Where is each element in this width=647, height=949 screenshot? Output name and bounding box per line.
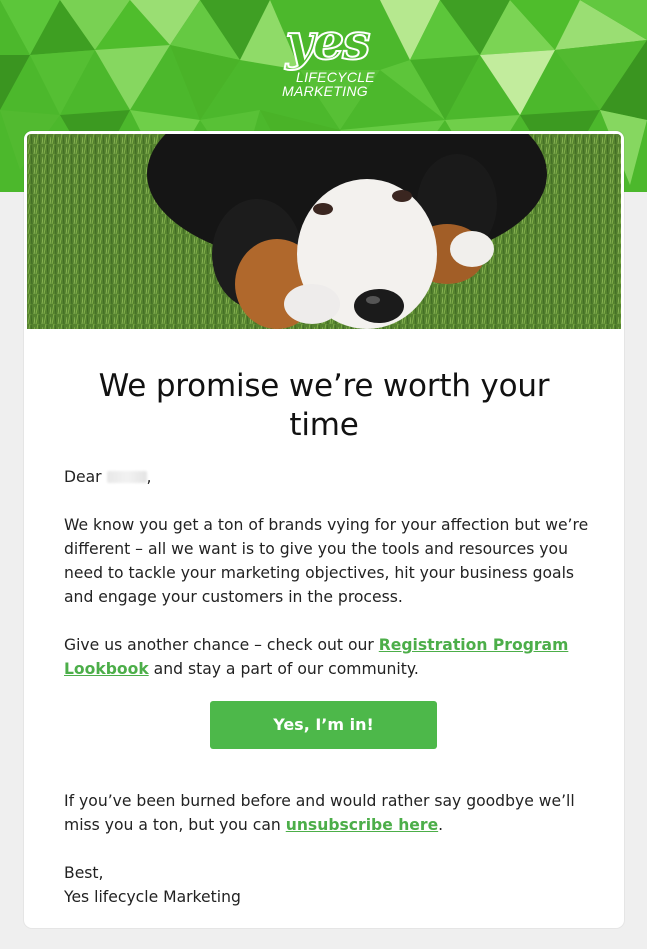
- email-card: We promise we’re worth your time Dear , …: [24, 131, 624, 928]
- signoff-sender: Yes lifecycle Marketing: [64, 888, 241, 906]
- email-headline: We promise we’re worth your time: [98, 368, 550, 443]
- redacted-recipient-name: [106, 471, 147, 483]
- yes-im-in-button[interactable]: Yes, I’m in!: [210, 701, 437, 749]
- dog-photo-illustration: [27, 134, 621, 329]
- signoff: Best, Yes lifecycle Marketing: [64, 861, 589, 909]
- logo-line-lifecycle: LIFECYCLE: [296, 69, 375, 85]
- brand-logo[interactable]: yes LIFECYCLE MARKETING: [262, 12, 392, 104]
- greeting-prefix: Dear: [64, 468, 102, 486]
- lookbook-paragraph-prefix: Give us another chance – check out our: [64, 636, 379, 654]
- logo-line-marketing: MARKETING: [282, 83, 368, 99]
- hero-image: [27, 134, 621, 329]
- lookbook-paragraph-suffix: and stay a part of our community.: [148, 660, 419, 678]
- unsubscribe-link[interactable]: unsubscribe here: [286, 816, 438, 834]
- greeting-suffix: ,: [146, 468, 152, 486]
- intro-paragraph: We know you get a ton of brands vying fo…: [64, 516, 589, 606]
- signoff-closing: Best,: [64, 864, 104, 882]
- unsubscribe-paragraph-suffix: .: [438, 816, 444, 834]
- unsubscribe-paragraph: If you’ve been burned before and would r…: [64, 789, 589, 837]
- greeting: Dear ,: [64, 465, 589, 489]
- lookbook-paragraph: Give us another chance – check out our R…: [64, 633, 589, 681]
- logo-mark: yes: [284, 12, 371, 71]
